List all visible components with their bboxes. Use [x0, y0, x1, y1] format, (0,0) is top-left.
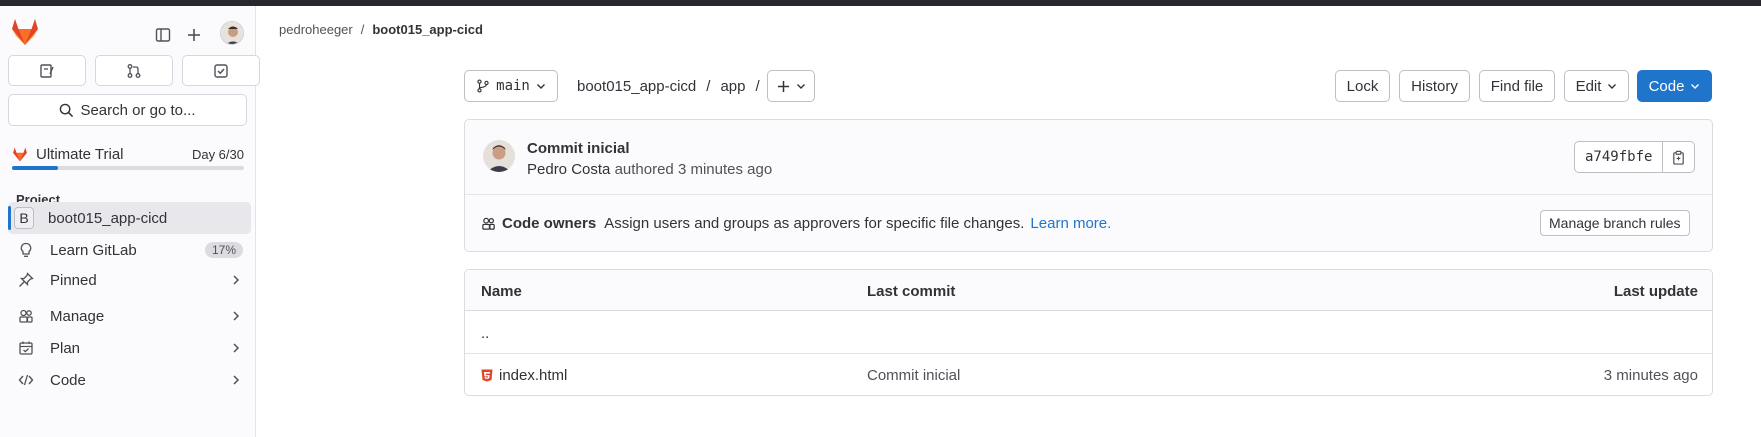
- last-commit-panel: Commit inicial Pedro Costa authored 3 mi…: [464, 119, 1713, 252]
- column-header-last-update: Last update: [1613, 283, 1698, 300]
- last-commit-link[interactable]: Commit inicial: [867, 367, 960, 384]
- user-avatar[interactable]: [220, 21, 244, 45]
- sidebar-item-label: Code: [50, 371, 86, 389]
- file-name-cell[interactable]: index.html: [481, 367, 567, 384]
- chevron-right-icon: [231, 340, 241, 356]
- code-owners-info: Code owners Assign users and groups as a…: [481, 215, 1111, 232]
- issues-button[interactable]: [8, 55, 86, 86]
- chevron-down-icon: [1691, 84, 1700, 89]
- manage-branch-rules-button[interactable]: Manage branch rules: [1540, 210, 1690, 236]
- repository-path: boot015_app-cicd / app /: [577, 78, 760, 95]
- commit-time: authored 3 minutes ago: [614, 161, 773, 178]
- branch-icon: [477, 79, 489, 93]
- chevron-right-icon: [231, 372, 241, 388]
- sidebar-item-manage[interactable]: Manage: [8, 300, 251, 332]
- commit-meta: Pedro Costa authored 3 minutes ago: [527, 161, 772, 178]
- breadcrumb-owner-link[interactable]: pedroheeger: [279, 22, 353, 37]
- commit-sha-group: a749fbfe: [1574, 141, 1696, 173]
- planning-icon: [16, 338, 36, 358]
- merge-requests-button[interactable]: [95, 55, 173, 86]
- chevron-right-icon: [231, 272, 241, 288]
- path-folder-link[interactable]: app: [720, 78, 745, 95]
- edit-dropdown[interactable]: Edit: [1564, 70, 1629, 102]
- code-dropdown[interactable]: Code: [1637, 70, 1712, 102]
- breadcrumb: pedroheeger / boot015_app-cicd: [279, 22, 483, 37]
- path-separator: /: [706, 78, 711, 95]
- sidebar-item-pinned[interactable]: Pinned: [8, 264, 251, 296]
- code-owners-title: Code owners: [502, 215, 597, 232]
- table-row[interactable]: index.html Commit inicial 3 minutes ago: [465, 354, 1712, 396]
- sidebar-item-code[interactable]: Code: [8, 364, 251, 396]
- top-bar: [0, 0, 1761, 6]
- search-label: Search or go to...: [80, 101, 196, 119]
- last-update-cell: 3 minutes ago: [1603, 367, 1698, 384]
- learn-more-link[interactable]: Learn more.: [1030, 215, 1111, 232]
- branch-name: main: [496, 78, 530, 94]
- file-name-link[interactable]: index.html: [499, 367, 567, 384]
- html5-icon: [481, 369, 493, 382]
- trial-progress-fill: [12, 166, 59, 170]
- add-to-tree-button[interactable]: [767, 70, 815, 102]
- breadcrumb-separator: /: [360, 22, 365, 37]
- file-tree-table: Name Last commit Last update .. index.ht…: [464, 269, 1713, 396]
- table-row-parent-dir[interactable]: ..: [465, 312, 1712, 354]
- sidebar-toggle-icon[interactable]: [150, 22, 176, 48]
- breadcrumb-project-link[interactable]: boot015_app-cicd: [372, 22, 483, 37]
- chevron-down-icon: [1608, 84, 1617, 89]
- chevron-down-icon: [796, 84, 805, 89]
- edit-label: Edit: [1575, 77, 1602, 95]
- trial-day-counter: Day 6/30: [191, 146, 244, 162]
- commit-author-link[interactable]: Pedro Costa: [527, 161, 610, 178]
- panel-divider: [465, 194, 1712, 195]
- code-label: Code: [1648, 77, 1685, 95]
- gitlab-logo-icon: [13, 147, 27, 161]
- search-icon: [60, 103, 74, 117]
- branch-selector[interactable]: main: [464, 70, 558, 102]
- sidebar-item-project[interactable]: B boot015_app-cicd: [8, 202, 251, 234]
- commit-sha[interactable]: a749fbfe: [1574, 141, 1664, 173]
- chevron-right-icon: [231, 308, 241, 324]
- table-header: Name Last commit Last update: [465, 270, 1712, 311]
- sidebar-item-label: boot015_app-cicd: [48, 209, 168, 227]
- path-separator: /: [755, 78, 760, 95]
- project-avatar: B: [14, 207, 34, 229]
- gitlab-logo-icon[interactable]: [10, 18, 40, 46]
- code-icon: [16, 370, 36, 390]
- trial-label: Ultimate Trial: [36, 145, 124, 163]
- history-button[interactable]: History: [1399, 70, 1470, 102]
- column-header-last-commit: Last commit: [867, 283, 956, 300]
- column-header-name: Name: [481, 283, 522, 300]
- search-button[interactable]: Search or go to...: [8, 94, 247, 126]
- trial-progress-bar: [12, 166, 244, 170]
- sidebar-item-label: Manage: [50, 307, 105, 325]
- lightbulb-icon: [16, 240, 36, 260]
- sidebar-item-learn-gitlab[interactable]: Learn GitLab 17%: [8, 234, 251, 266]
- users-icon: [482, 217, 495, 230]
- chevron-down-icon: [536, 84, 545, 89]
- copy-sha-button[interactable]: [1663, 141, 1696, 173]
- users-icon: [16, 306, 36, 326]
- active-indicator: [8, 206, 11, 230]
- code-owners-description: Assign users and groups as approvers for…: [604, 215, 1025, 232]
- path-root-link[interactable]: boot015_app-cicd: [577, 78, 696, 95]
- author-avatar[interactable]: [483, 140, 515, 172]
- sidebar: Search or go to... Ultimate Trial Day 6/…: [0, 6, 260, 437]
- progress-badge: 17%: [204, 242, 243, 258]
- sidebar-item-label: Learn GitLab: [50, 241, 137, 259]
- plus-icon: [777, 80, 789, 92]
- copy-icon: [1673, 150, 1685, 165]
- sidebar-item-label: Pinned: [50, 271, 97, 289]
- create-new-icon[interactable]: [181, 22, 207, 48]
- trial-widget[interactable]: Ultimate Trial Day 6/30: [12, 144, 244, 164]
- sidebar-item-label: Plan: [50, 339, 81, 357]
- thumbtack-icon: [16, 270, 36, 290]
- parent-dir-link[interactable]: ..: [481, 325, 489, 342]
- find-file-button[interactable]: Find file: [1479, 70, 1555, 102]
- todo-list-button[interactable]: [182, 55, 260, 86]
- lock-button[interactable]: Lock: [1335, 70, 1390, 102]
- sidebar-item-plan[interactable]: Plan: [8, 332, 251, 364]
- commit-title-link[interactable]: Commit inicial: [527, 140, 630, 157]
